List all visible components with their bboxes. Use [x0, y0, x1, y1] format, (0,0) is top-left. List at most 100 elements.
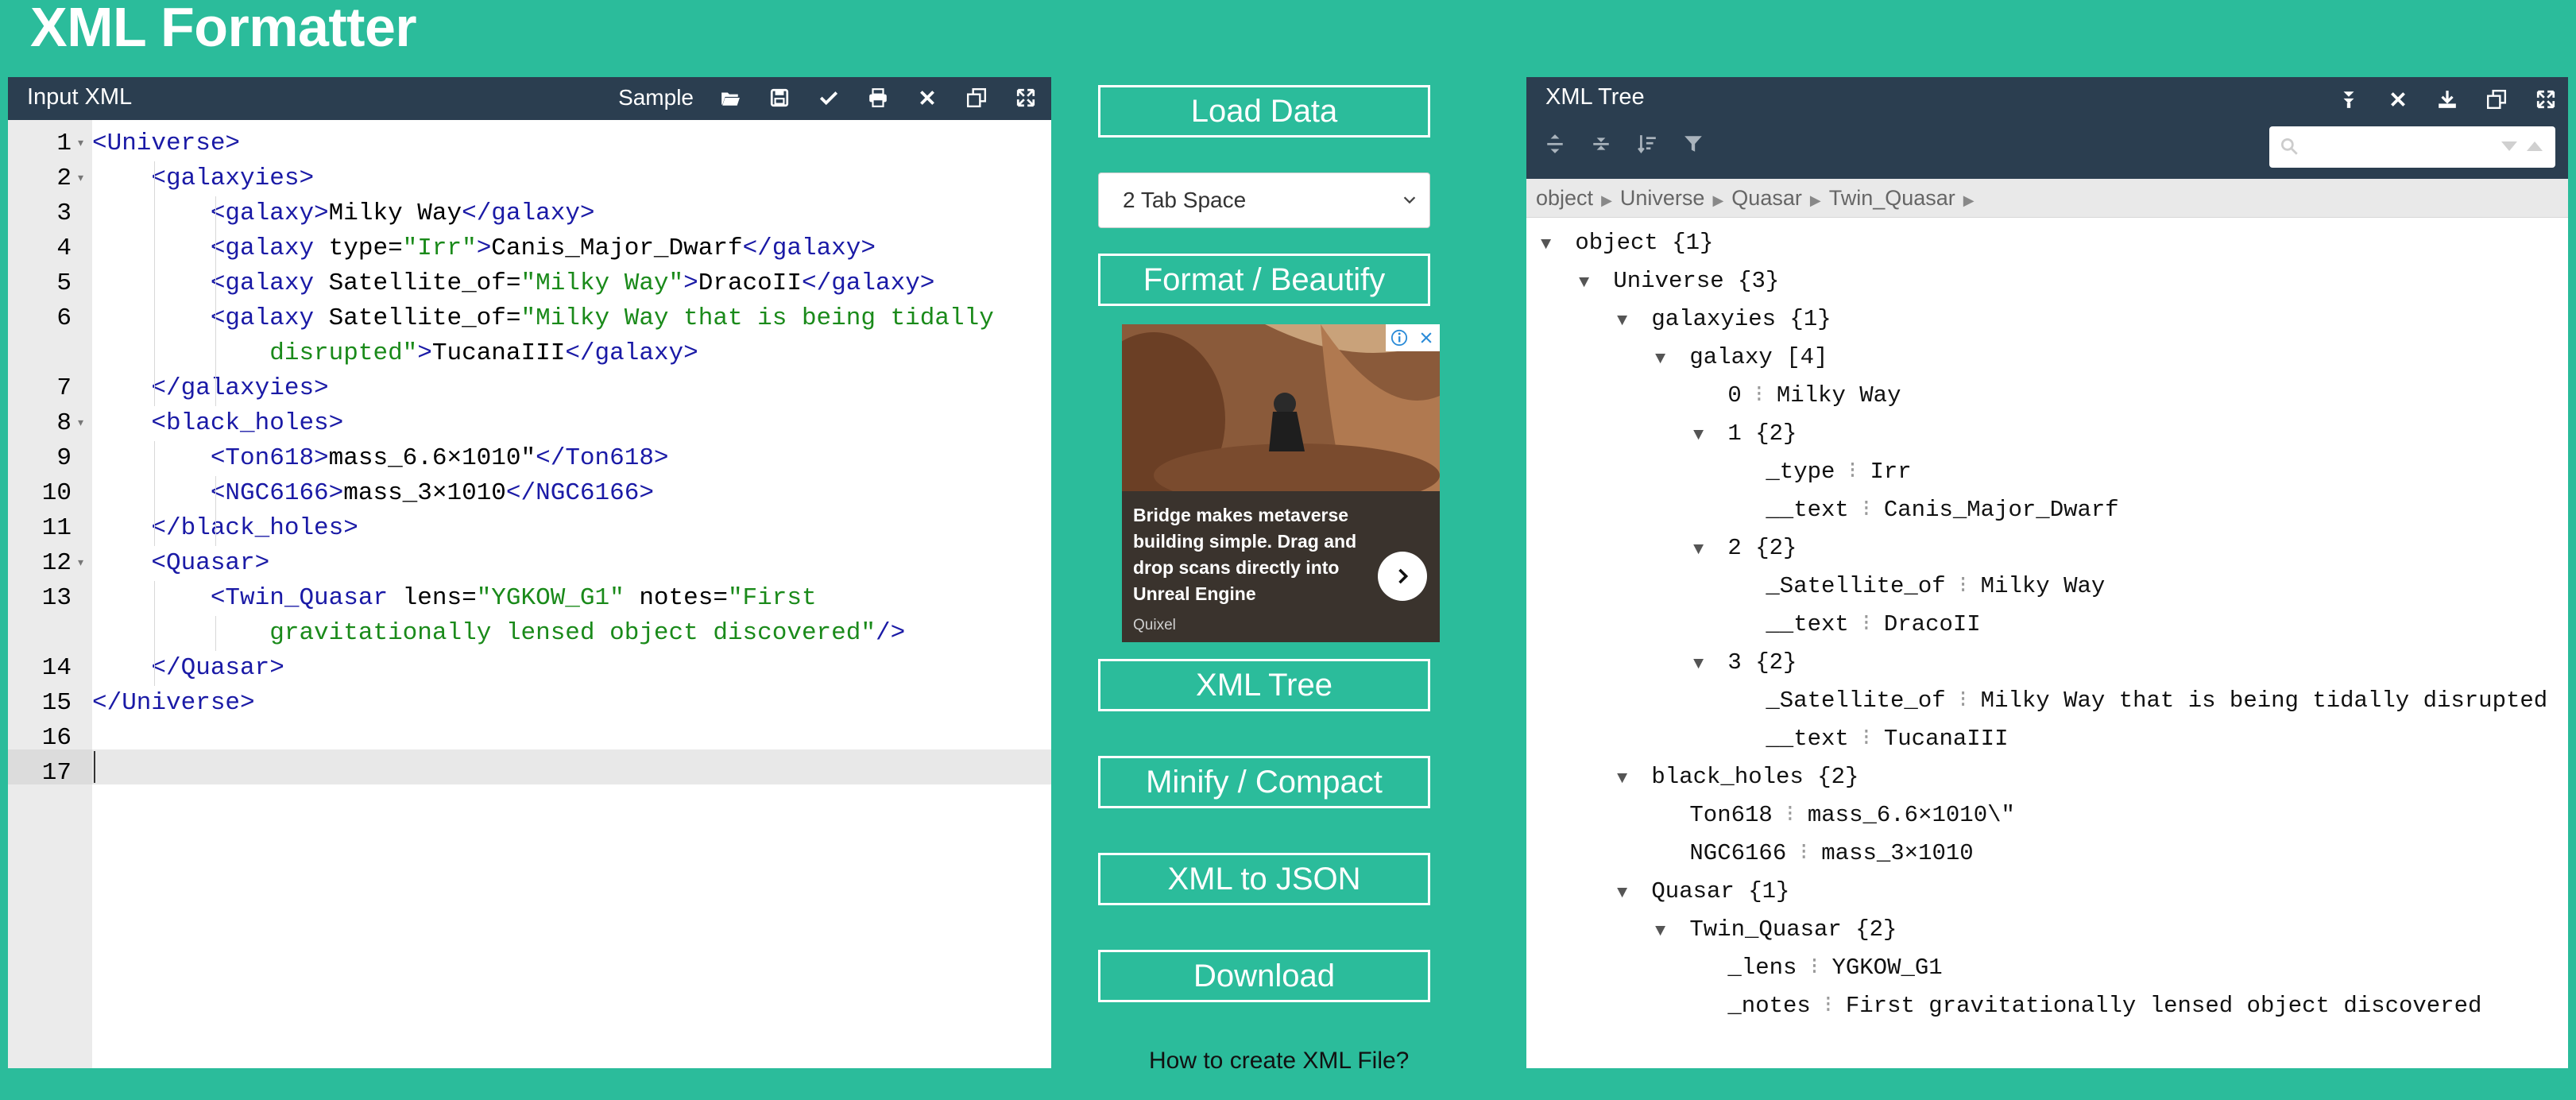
input-toolbar: Sample — [618, 85, 1039, 110]
xml-tree-panel: XML Tree object ▶ Universe ▶ Quasar ▶ Tw… — [1526, 77, 2568, 1068]
line-number: 12 — [41, 549, 72, 577]
tree-node-key: __text — [1752, 497, 1849, 523]
input-panel-header: Input XML Sample — [8, 77, 1051, 120]
copy-icon[interactable] — [964, 85, 989, 110]
download-button[interactable]: Download — [1098, 950, 1430, 1002]
tree-node[interactable]: 0 ⁝ Milky Way — [1693, 378, 1901, 413]
code-line: <galaxy type="Irr">Canis_Major_Dwarf</ga… — [210, 234, 876, 262]
tree-node-key: _type — [1752, 459, 1835, 485]
tree-node[interactable]: ▼ 1 {2} — [1693, 416, 1797, 453]
search-prev-icon[interactable] — [2525, 139, 2544, 153]
collapse-all-icon[interactable] — [2336, 87, 2361, 112]
breadcrumb-item[interactable]: Quasar — [1731, 186, 1802, 210]
tree-node-key: 1 — [1714, 420, 1742, 447]
close-icon[interactable] — [2385, 87, 2411, 112]
tree-node[interactable]: _Satellite_of ⁝ Milky Way that is being … — [1731, 684, 2547, 718]
fullscreen-icon[interactable] — [1013, 85, 1039, 110]
tree-node[interactable]: ▼ Universe {3} — [1579, 264, 1779, 300]
tree-node-value: Milky Way — [1776, 382, 1901, 409]
adchoices-icon[interactable] — [1386, 324, 1413, 351]
download-icon[interactable] — [2435, 87, 2460, 112]
tree-node-separator: ⁝ — [1786, 840, 1822, 866]
tree-node-value: Canis_Major_Dwarf — [1883, 497, 2119, 523]
breadcrumb-separator-icon: ▶ — [1963, 192, 1975, 208]
tree-node[interactable]: ▼ Twin_Quasar {2} — [1655, 912, 1897, 949]
tree-node[interactable]: ▼ 3 {2} — [1693, 645, 1797, 682]
save-icon[interactable] — [767, 85, 792, 110]
line-number: 15 — [41, 689, 72, 717]
tree-node[interactable]: __text ⁝ DracoII — [1731, 607, 1980, 642]
tree-node[interactable]: ▼ galaxyies {1} — [1617, 302, 1831, 339]
tree-node-value: [4] — [1772, 344, 1828, 370]
tree-node[interactable]: NGC6166 ⁝ mass_3×1010 — [1655, 836, 1973, 871]
indent-guide — [215, 616, 216, 651]
tree-node-key: _Satellite_of — [1752, 688, 1946, 714]
sort-icon[interactable] — [1634, 131, 1660, 157]
code-line: <Twin_Quasar lens="YGKOW_G1" notes="Firs… — [210, 584, 817, 612]
tree-node[interactable]: _lens ⁝ YGKOW_G1 — [1693, 951, 1942, 986]
copy-icon[interactable] — [2484, 87, 2509, 112]
tree-node-value: First gravitationally lensed object disc… — [1845, 993, 2482, 1019]
print-icon[interactable] — [865, 85, 891, 110]
close-icon[interactable] — [915, 85, 940, 110]
indent-select[interactable]: 2 Tab Space — [1098, 172, 1430, 228]
xml-tree-button[interactable]: XML Tree — [1098, 659, 1430, 711]
tree-node[interactable]: __text ⁝ TucanaIII — [1731, 722, 2008, 757]
how-to-link[interactable]: How to create XML File? — [1098, 1048, 1479, 1075]
search-next-icon[interactable] — [2500, 139, 2519, 153]
fold-toggle-icon[interactable]: ▾ — [78, 416, 83, 429]
code-line: <Ton618>mass_6.6×1010"</Ton618> — [210, 444, 669, 472]
format-beautify-button[interactable]: Format / Beautify — [1098, 254, 1430, 306]
ad-close-icon[interactable] — [1413, 324, 1440, 351]
collapse-all-icon[interactable] — [1588, 131, 1614, 157]
fold-toggle-icon[interactable]: ▾ — [78, 136, 83, 149]
expand-toggle-icon[interactable]: ▼ — [1693, 418, 1714, 453]
breadcrumb-item[interactable]: Universe — [1620, 186, 1705, 210]
load-data-button[interactable]: Load Data — [1098, 85, 1430, 138]
breadcrumb-separator-icon: ▶ — [1601, 192, 1612, 208]
tree-node[interactable]: ▼ 2 {2} — [1693, 531, 1797, 567]
tree-search-input[interactable] — [2269, 126, 2555, 168]
tree-node-value: {3} — [1723, 268, 1780, 294]
fullscreen-icon[interactable] — [2533, 87, 2559, 112]
app-title: XML Formatter — [30, 0, 417, 58]
expand-toggle-icon[interactable]: ▼ — [1655, 914, 1676, 949]
xml-to-json-button[interactable]: XML to JSON — [1098, 853, 1430, 905]
tree-node[interactable]: __text ⁝ Canis_Major_Dwarf — [1731, 493, 2119, 528]
tree-node[interactable]: Ton618 ⁝ mass_6.6×1010\" — [1655, 798, 2015, 833]
expand-toggle-icon[interactable]: ▼ — [1617, 304, 1638, 339]
expand-toggle-icon[interactable]: ▼ — [1693, 647, 1714, 682]
expand-toggle-icon[interactable]: ▼ — [1617, 876, 1638, 911]
expand-toggle-icon[interactable]: ▼ — [1655, 342, 1676, 377]
tree-panel-header: XML Tree — [1526, 77, 2568, 179]
sample-link[interactable]: Sample — [618, 85, 694, 110]
minify-compact-button[interactable]: Minify / Compact — [1098, 756, 1430, 808]
xml-code-editor[interactable]: <Universe> <galaxyies> <galaxy>Milky Way… — [8, 120, 1051, 1068]
folder-open-icon[interactable] — [717, 85, 743, 110]
advertisement[interactable]: Bridge makes metaverse building simple. … — [1122, 324, 1440, 642]
expand-toggle-icon[interactable]: ▼ — [1579, 265, 1599, 300]
expand-all-icon[interactable] — [1542, 131, 1568, 157]
ad-arrow-button[interactable] — [1378, 552, 1427, 601]
tree-node[interactable]: _notes ⁝ First gravitationally lensed ob… — [1693, 989, 2481, 1024]
expand-toggle-icon[interactable]: ▼ — [1617, 761, 1638, 796]
tree-node-key: Universe — [1599, 268, 1724, 294]
tree-node[interactable]: ▼ black_holes {2} — [1617, 760, 1859, 796]
filter-icon[interactable] — [1681, 131, 1706, 157]
indent-guide — [215, 196, 216, 406]
fold-toggle-icon[interactable]: ▾ — [78, 556, 83, 569]
fold-toggle-icon[interactable]: ▾ — [78, 171, 83, 184]
breadcrumb-item[interactable]: object — [1536, 186, 1593, 210]
breadcrumb-item[interactable]: Twin_Quasar — [1829, 186, 1955, 210]
tree-node[interactable]: _type ⁝ Irr — [1731, 455, 1911, 490]
check-icon[interactable] — [816, 85, 841, 110]
tree-node[interactable]: ▼ object {1} — [1541, 226, 1713, 262]
expand-toggle-icon[interactable]: ▼ — [1541, 227, 1561, 262]
code-area[interactable]: <Universe> <galaxyies> <galaxy>Milky Way… — [92, 120, 1051, 1068]
tree-node-value: Milky Way — [1980, 573, 2106, 599]
chevron-right-icon — [1398, 568, 1409, 584]
tree-node[interactable]: ▼ galaxy [4] — [1655, 340, 1828, 377]
tree-node[interactable]: _Satellite_of ⁝ Milky Way — [1731, 569, 2105, 604]
tree-node[interactable]: ▼ Quasar {1} — [1617, 874, 1789, 911]
expand-toggle-icon[interactable]: ▼ — [1693, 533, 1714, 567]
